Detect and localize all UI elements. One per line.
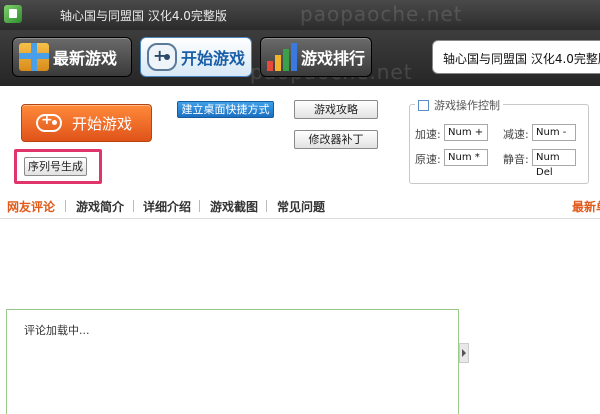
latest-games-label: 最新游戏 (53, 49, 118, 68)
speedup-key-input[interactable]: Num + (444, 124, 488, 141)
normal-speed-key-input[interactable]: Num * (444, 149, 488, 166)
speedup-label: 加速: (415, 128, 441, 141)
tab-intro[interactable]: 游戏简介 (76, 198, 124, 215)
game-control-label: 游戏操作控制 (434, 99, 500, 112)
tab-details[interactable]: 详细介绍 (143, 198, 191, 215)
game-control-legend[interactable]: 游戏操作控制 (415, 97, 503, 113)
game-guide-button[interactable]: 游戏攻略 (294, 100, 378, 119)
start-game-button[interactable]: 开始游戏 (21, 104, 152, 142)
tab-separator (266, 200, 267, 212)
game-control-checkbox[interactable] (418, 99, 429, 111)
trainer-patch-button[interactable]: 修改器补丁 (294, 130, 378, 149)
start-game-label: 开始游戏 (72, 114, 133, 133)
serial-generator-button[interactable]: 序列号生成 (24, 157, 87, 176)
window-title: 轴心国与同盟国 汉化4.0完整版 (60, 9, 227, 23)
start-game-tab-button[interactable]: 开始游戏 (140, 37, 252, 77)
slowdown-key-input[interactable]: Num - (532, 124, 576, 141)
tab-faq[interactable]: 常见问题 (277, 198, 325, 215)
slowdown-label: 减速: (503, 128, 529, 141)
info-tabs: 网友评论 游戏简介 详细介绍 游戏截图 常见问题 最新单 (0, 193, 600, 219)
title-bar: 轴心国与同盟国 汉化4.0完整版 paopaoche.net (0, 0, 600, 30)
comments-loading-text: 评论加载中... (24, 324, 90, 337)
tab-screenshots[interactable]: 游戏截图 (210, 198, 258, 215)
mute-label: 静音: (503, 153, 529, 166)
normal-speed-label: 原速: (415, 153, 441, 166)
gamepad-icon (147, 43, 177, 71)
tab-comments[interactable]: 网友评论 (7, 198, 55, 215)
tab-separator (133, 200, 134, 212)
latest-link[interactable]: 最新单 (572, 198, 600, 215)
desktop-shortcut-button[interactable]: 建立桌面快捷方式 (177, 101, 274, 118)
gift-box-icon (19, 43, 49, 71)
game-ranking-button[interactable]: 游戏排行 (260, 37, 372, 77)
collapse-arrow-icon[interactable] (459, 343, 469, 363)
bar-chart-icon (267, 43, 297, 71)
gamepad-icon (36, 112, 62, 132)
start-game-tab-label: 开始游戏 (181, 49, 246, 68)
game-title-field[interactable]: 轴心国与同盟国 汉化4.0完整版 (432, 40, 600, 74)
tab-separator (199, 200, 200, 212)
game-ranking-label: 游戏排行 (301, 49, 366, 68)
latest-games-button[interactable]: 最新游戏 (12, 37, 132, 77)
tab-separator (65, 200, 66, 212)
main-toolbar: paopaoche.net 最新游戏 开始游戏 游戏排行 轴心国与同盟国 汉化4… (0, 30, 600, 86)
app-icon (4, 5, 22, 23)
mute-key-input[interactable]: Num Del (532, 149, 576, 178)
watermark-top: paopaoche.net (300, 2, 463, 26)
game-control-group (409, 104, 589, 184)
